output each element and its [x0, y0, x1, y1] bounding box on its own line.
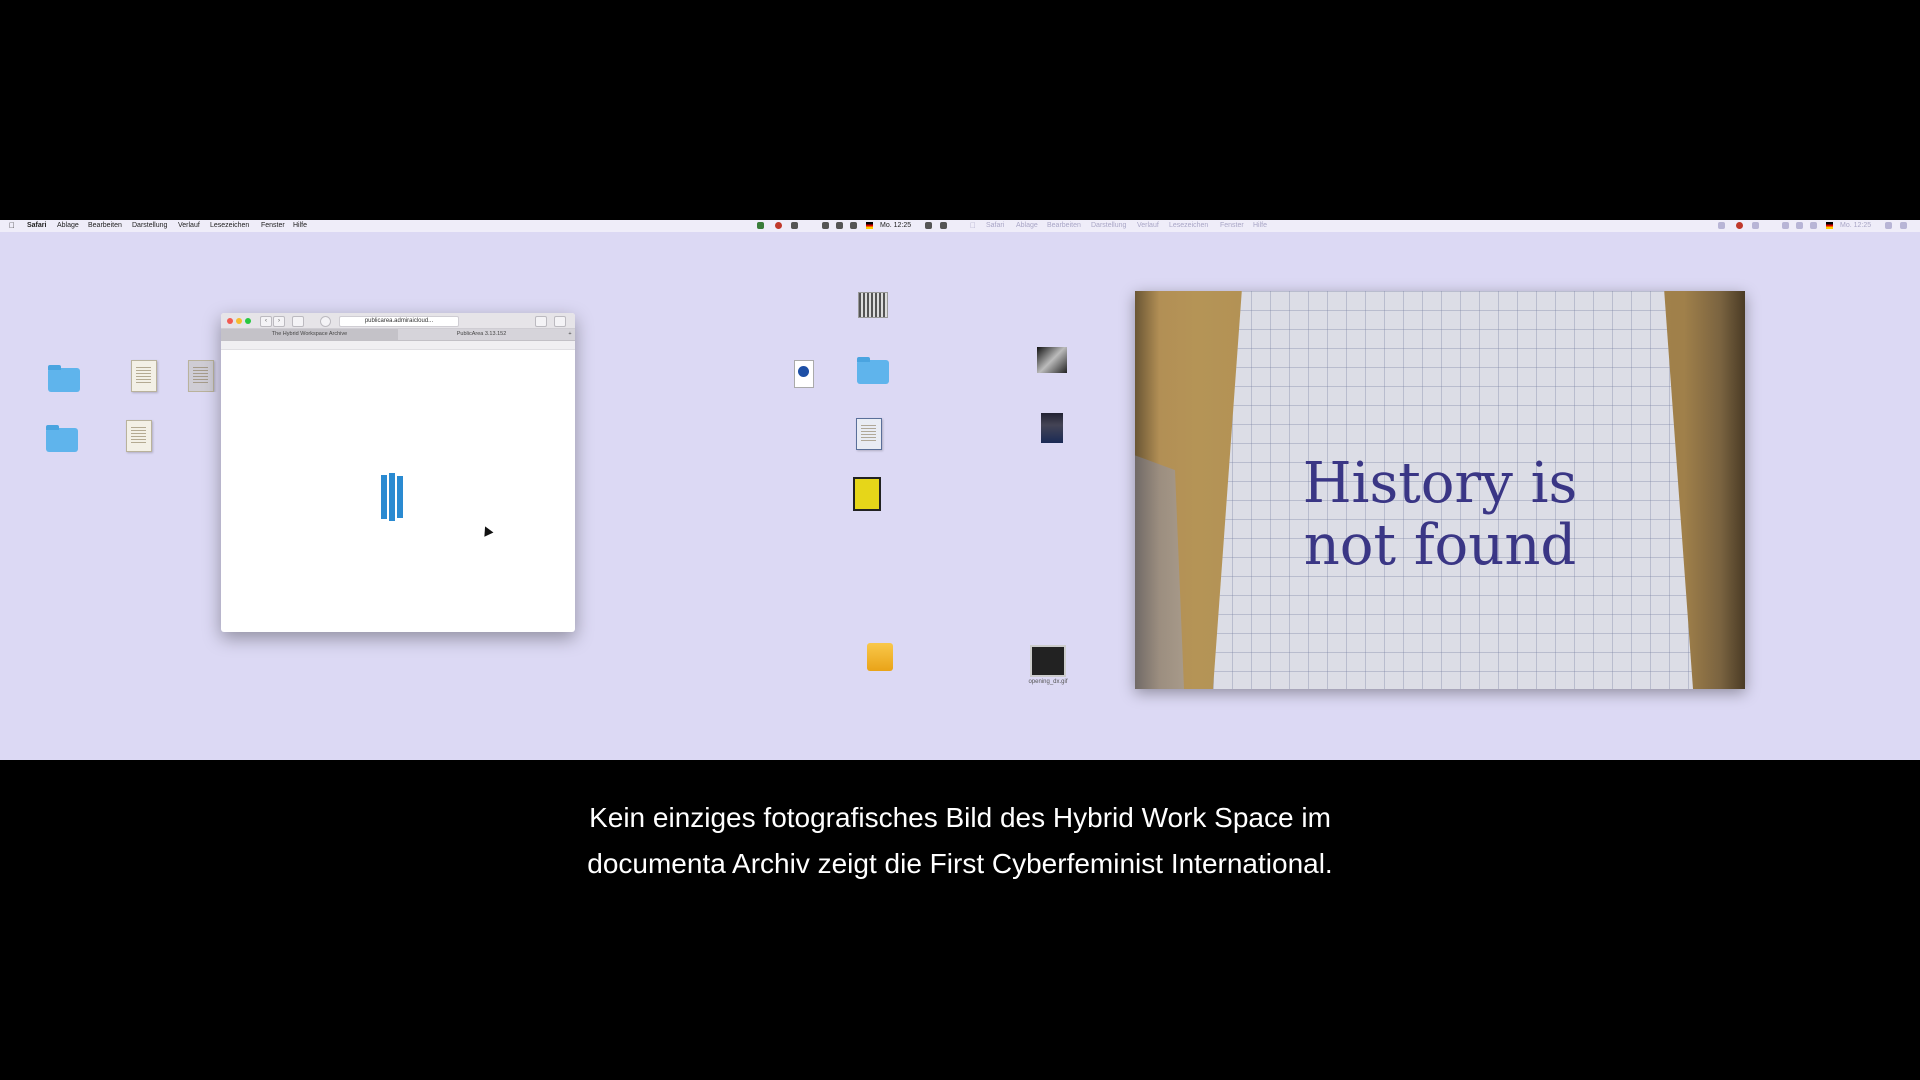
- photo-line-2: not found: [1303, 513, 1577, 578]
- tab-bar: The Hybrid Workspace Archive PublicArea …: [221, 329, 575, 341]
- zoom-window-button[interactable]: [245, 318, 251, 324]
- desktop-file-quicktime[interactable]: [769, 360, 839, 388]
- video-subtitle: Kein einziges fotografisches Bild des Hy…: [0, 795, 1920, 887]
- menu-bar:  Safari Ablage Bearbeiten Darstellung V…: [0, 220, 1920, 232]
- gif-file-icon: [1030, 645, 1066, 677]
- menu-fenster-dim: Fenster: [1220, 222, 1244, 229]
- status-display-icon-dim: [1752, 222, 1759, 229]
- notification-center-icon-dim: [1900, 222, 1907, 229]
- status-record-icon-dim: [1736, 222, 1743, 229]
- menu-hilfe[interactable]: Hilfe: [293, 222, 307, 229]
- desktop-file-3[interactable]: [176, 360, 226, 392]
- menu-ablage-dim: Ablage: [1016, 222, 1038, 229]
- apple-icon-dim: : [970, 221, 976, 230]
- close-window-button[interactable]: [227, 318, 233, 324]
- desktop-file-archive[interactable]: [838, 292, 908, 318]
- privacy-icon[interactable]: [320, 316, 331, 327]
- menu-lesezeichen-dim: Lesezeichen: [1169, 222, 1209, 229]
- image-file-icon: [188, 360, 214, 392]
- desktop-folder-1[interactable]: [29, 365, 99, 392]
- forward-button[interactable]: ›: [273, 316, 285, 327]
- status-app-icon-dim: [1718, 222, 1725, 229]
- tabs-overview-icon[interactable]: [554, 316, 566, 327]
- share-icon[interactable]: [535, 316, 547, 327]
- menu-fenster[interactable]: Fenster: [261, 222, 285, 229]
- volume-icon[interactable]: [850, 222, 857, 229]
- image-file-icon: [1041, 413, 1063, 443]
- bluetooth-icon-dim: [1796, 222, 1803, 229]
- minimize-window-button[interactable]: [236, 318, 242, 324]
- desktop-folder-2[interactable]: [27, 425, 97, 452]
- volume-icon-dim: [1810, 222, 1817, 229]
- desktop:  Safari Ablage Bearbeiten Darstellung V…: [0, 220, 1920, 760]
- desktop-image-2[interactable]: [1017, 413, 1087, 443]
- folder-icon: [48, 365, 80, 392]
- desktop-file-opening[interactable]: opening_dx.gif: [1013, 645, 1083, 686]
- bluetooth-icon[interactable]: [836, 222, 843, 229]
- status-display-icon[interactable]: [791, 222, 798, 229]
- menu-clock[interactable]: Mo. 12:25: [880, 222, 911, 229]
- menu-bearbeiten[interactable]: Bearbeiten: [88, 222, 122, 229]
- new-tab-button[interactable]: +: [565, 329, 575, 340]
- image-file-icon: [858, 292, 888, 318]
- menu-ablage[interactable]: Ablage: [57, 222, 79, 229]
- pdf-document-icon: [131, 360, 157, 392]
- tab-publicarea[interactable]: PublicArea 3.13.152: [398, 329, 565, 340]
- folder-icon: [857, 357, 889, 384]
- spotlight-icon[interactable]: [925, 222, 932, 229]
- subtitle-line-2: documenta Archiv zeigt die First Cyberfe…: [587, 848, 1333, 879]
- external-drive-icon: [867, 643, 893, 671]
- status-app-icon[interactable]: [757, 222, 764, 229]
- desktop-pdf-1[interactable]: [109, 360, 179, 392]
- status-record-icon[interactable]: [775, 222, 782, 229]
- image-file-icon: [1037, 347, 1067, 373]
- desktop-pdf-3[interactable]: [834, 418, 904, 450]
- quicktime-file-icon: [794, 360, 814, 388]
- safari-toolbar: ‹ › publicarea.admiraicloud...: [221, 313, 575, 329]
- back-button[interactable]: ‹: [260, 316, 272, 327]
- desktop-drive[interactable]: [845, 643, 915, 671]
- tab-hybrid-workspace-archive[interactable]: The Hybrid Workspace Archive: [221, 329, 398, 340]
- desktop-folder-3[interactable]: [838, 357, 908, 384]
- folder-icon: [46, 425, 78, 452]
- menu-darstellung-dim: Darstellung: [1091, 222, 1127, 229]
- spotlight-icon-dim: [1885, 222, 1892, 229]
- pdf-document-icon: [126, 420, 152, 452]
- menu-app-safari-dim: Safari: [986, 222, 1005, 229]
- menu-verlauf-dim: Verlauf: [1137, 222, 1159, 229]
- safari-window[interactable]: ‹ › publicarea.admiraicloud... The Hybri…: [221, 313, 575, 632]
- input-source-flag-icon-dim: [1826, 222, 1833, 229]
- file-label-opening: opening_dx.gif: [1028, 679, 1068, 685]
- address-bar[interactable]: publicarea.admiraicloud...: [339, 316, 459, 327]
- pdf-document-icon: [853, 477, 881, 511]
- subtitle-line-1: Kein einziges fotografisches Bild des Hy…: [589, 802, 1331, 833]
- desktop-image-1[interactable]: [1017, 347, 1087, 373]
- desktop-pdf-2[interactable]: [104, 420, 174, 452]
- notification-center-icon[interactable]: [940, 222, 947, 229]
- favorites-bar: [221, 341, 575, 350]
- menu-clock-dim: Mo. 12:25: [1840, 222, 1872, 229]
- wifi-icon[interactable]: [822, 222, 829, 229]
- menu-verlauf[interactable]: Verlauf: [178, 222, 200, 229]
- input-source-flag-icon[interactable]: [866, 222, 873, 229]
- desktop-pdf-4[interactable]: [832, 477, 902, 511]
- photo-line-1: History is: [1302, 451, 1578, 516]
- menu-lesezeichen[interactable]: Lesezeichen: [210, 222, 249, 229]
- photo-handwritten-text: History is not found: [1135, 453, 1745, 577]
- wifi-icon-dim: [1782, 222, 1789, 229]
- apple-icon[interactable]: : [9, 221, 15, 230]
- menu-darstellung[interactable]: Darstellung: [132, 222, 167, 229]
- history-photo[interactable]: History is not found: [1135, 291, 1745, 689]
- sidebar-icon[interactable]: [292, 316, 304, 327]
- pdf-document-icon: [856, 418, 882, 450]
- menu-app-safari[interactable]: Safari: [27, 222, 46, 229]
- menu-bearbeiten-dim: Bearbeiten: [1047, 222, 1081, 229]
- menu-hilfe-dim: Hilfe: [1253, 222, 1268, 229]
